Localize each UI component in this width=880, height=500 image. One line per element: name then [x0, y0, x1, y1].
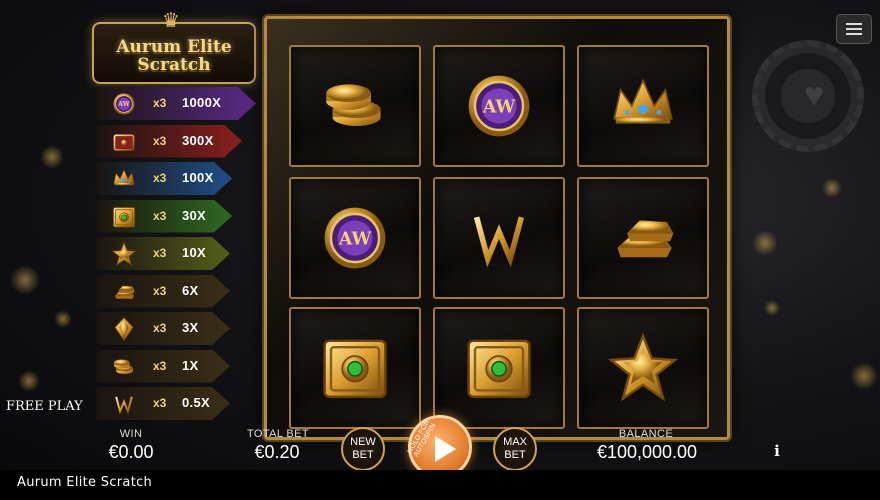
logo-title-line2: Scratch	[137, 55, 211, 75]
star-icon	[110, 240, 138, 268]
paytable-row: x3 10X	[96, 237, 268, 272]
max-bet-label-line1: MAX	[503, 436, 527, 448]
purple-medallion-icon: AW	[110, 90, 138, 118]
svg-text:AW: AW	[338, 228, 372, 249]
paytable-row: x3 1X	[96, 350, 268, 385]
paytable-payout: 0.5X	[182, 395, 210, 410]
paytable-payout: 1X	[182, 357, 199, 373]
scratch-cell[interactable]	[577, 307, 709, 429]
gold-diamond-icon	[110, 315, 138, 343]
total-bet-label: TOTAL BET	[246, 428, 310, 440]
heart-icon: ♥	[804, 76, 825, 114]
aw-emblem-icon	[110, 390, 138, 418]
paytable-row: x3 6X	[96, 275, 268, 310]
scratch-cell[interactable]	[577, 177, 709, 299]
paytable: AW x3 1000X x3 300X x3 100X x3 30X x3 10X x3 6X x3 3X x…	[96, 87, 268, 425]
scratch-cell[interactable]	[433, 307, 565, 429]
aw-emblem-icon	[457, 196, 541, 280]
svg-text:AW: AW	[117, 101, 129, 108]
logo-title-line1: Aurum Elite	[116, 37, 232, 57]
paytable-payout: 100X	[182, 170, 214, 185]
star-icon	[601, 326, 685, 410]
svg-text:AW: AW	[482, 96, 516, 117]
info-button[interactable]: i	[768, 442, 786, 460]
total-bet-value: €0.20	[254, 442, 300, 462]
scratch-cell[interactable]	[289, 45, 421, 167]
casino-chip-decoration: ♥	[752, 40, 864, 152]
scratch-cell[interactable]: AW	[433, 45, 565, 167]
red-treasure-box-icon	[110, 128, 138, 156]
paytable-row: x3 100X	[96, 162, 268, 197]
scratch-cell[interactable]: AW	[289, 177, 421, 299]
gold-vault-icon	[110, 203, 138, 231]
paytable-payout: 6X	[182, 282, 199, 298]
paytable-row: x3 0.5X	[96, 387, 268, 422]
max-bet-label-line2: BET	[504, 449, 526, 461]
paytable-count: x3	[153, 96, 167, 110]
paytable-payout: 1000X	[182, 95, 222, 110]
footer-game-title: Aurum Elite Scratch	[17, 475, 153, 490]
scratch-cell[interactable]	[289, 307, 421, 429]
gold-vault-icon	[313, 326, 397, 410]
paytable-payout: 3X	[182, 320, 199, 335]
paytable-payout: 10X	[182, 245, 207, 260]
gold-coins-icon	[313, 64, 397, 148]
paytable-payout: 300X	[182, 132, 214, 148]
scratch-cell[interactable]	[577, 45, 709, 167]
balance-label: BALANCE	[618, 428, 674, 440]
hamburger-icon	[846, 23, 862, 25]
free-play-label: FREE PLAY	[6, 399, 83, 414]
footer-bar: Aurum Elite Scratch	[0, 470, 880, 500]
new-bet-label-line2: BET	[352, 449, 374, 461]
balance-value: €100,000.00	[596, 442, 698, 462]
crown-icon: ♛	[162, 10, 180, 32]
gold-bars-icon	[110, 278, 138, 306]
game-logo: ♛ Aurum Elite Scratch	[92, 10, 256, 84]
win-value: €0.00	[108, 442, 154, 462]
gold-bars-icon	[601, 196, 685, 280]
paytable-count: x3	[153, 246, 167, 260]
paytable-count: x3	[153, 208, 167, 223]
max-bet-button[interactable]: MAX BET	[493, 427, 537, 471]
purple-medallion-icon: AW	[313, 196, 397, 280]
menu-button[interactable]	[836, 14, 872, 44]
crown-icon	[110, 165, 138, 193]
crown-icon	[601, 64, 685, 148]
play-icon	[435, 436, 456, 462]
new-bet-button[interactable]: NEW BET	[341, 427, 385, 471]
purple-medallion-icon: AW	[457, 64, 541, 148]
paytable-count: x3	[153, 283, 167, 298]
scratch-cell[interactable]	[433, 177, 565, 299]
paytable-row: x3 300X	[96, 125, 268, 160]
paytable-row: x3 30X	[96, 200, 268, 235]
paytable-count: x3	[153, 358, 167, 373]
paytable-row: x3 3X	[96, 312, 268, 347]
gold-coins-icon	[110, 353, 138, 381]
gold-vault-icon	[457, 326, 541, 410]
new-bet-label-line1: NEW	[350, 436, 376, 448]
paytable-payout: 30X	[182, 207, 207, 223]
paytable-count: x3	[153, 396, 167, 410]
paytable-count: x3	[153, 171, 167, 185]
scratch-board: AW AW	[264, 16, 730, 440]
paytable-count: x3	[153, 133, 167, 148]
win-label: WIN	[119, 428, 143, 440]
paytable-count: x3	[153, 321, 167, 335]
paytable-row: AW x3 1000X	[96, 87, 268, 122]
